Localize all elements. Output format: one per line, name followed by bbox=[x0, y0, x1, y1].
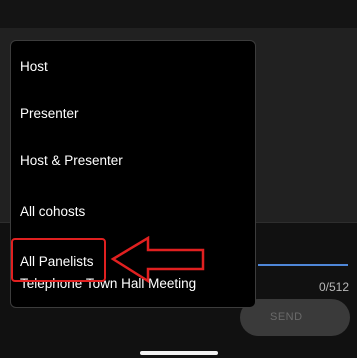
menu-item-host[interactable]: Host bbox=[20, 56, 48, 78]
menu-item-all-cohosts[interactable]: All cohosts bbox=[20, 201, 85, 223]
character-count: 0/512 bbox=[318, 280, 349, 294]
home-indicator bbox=[140, 351, 218, 355]
left-arrow-icon bbox=[110, 236, 205, 284]
message-input-underline[interactable] bbox=[258, 264, 348, 266]
annotation-highlight-box bbox=[11, 238, 106, 282]
top-bar bbox=[0, 0, 357, 28]
send-button[interactable]: SEND bbox=[240, 299, 350, 336]
menu-item-presenter[interactable]: Presenter bbox=[20, 103, 79, 125]
menu-item-host-presenter[interactable]: Host & Presenter bbox=[20, 150, 123, 172]
